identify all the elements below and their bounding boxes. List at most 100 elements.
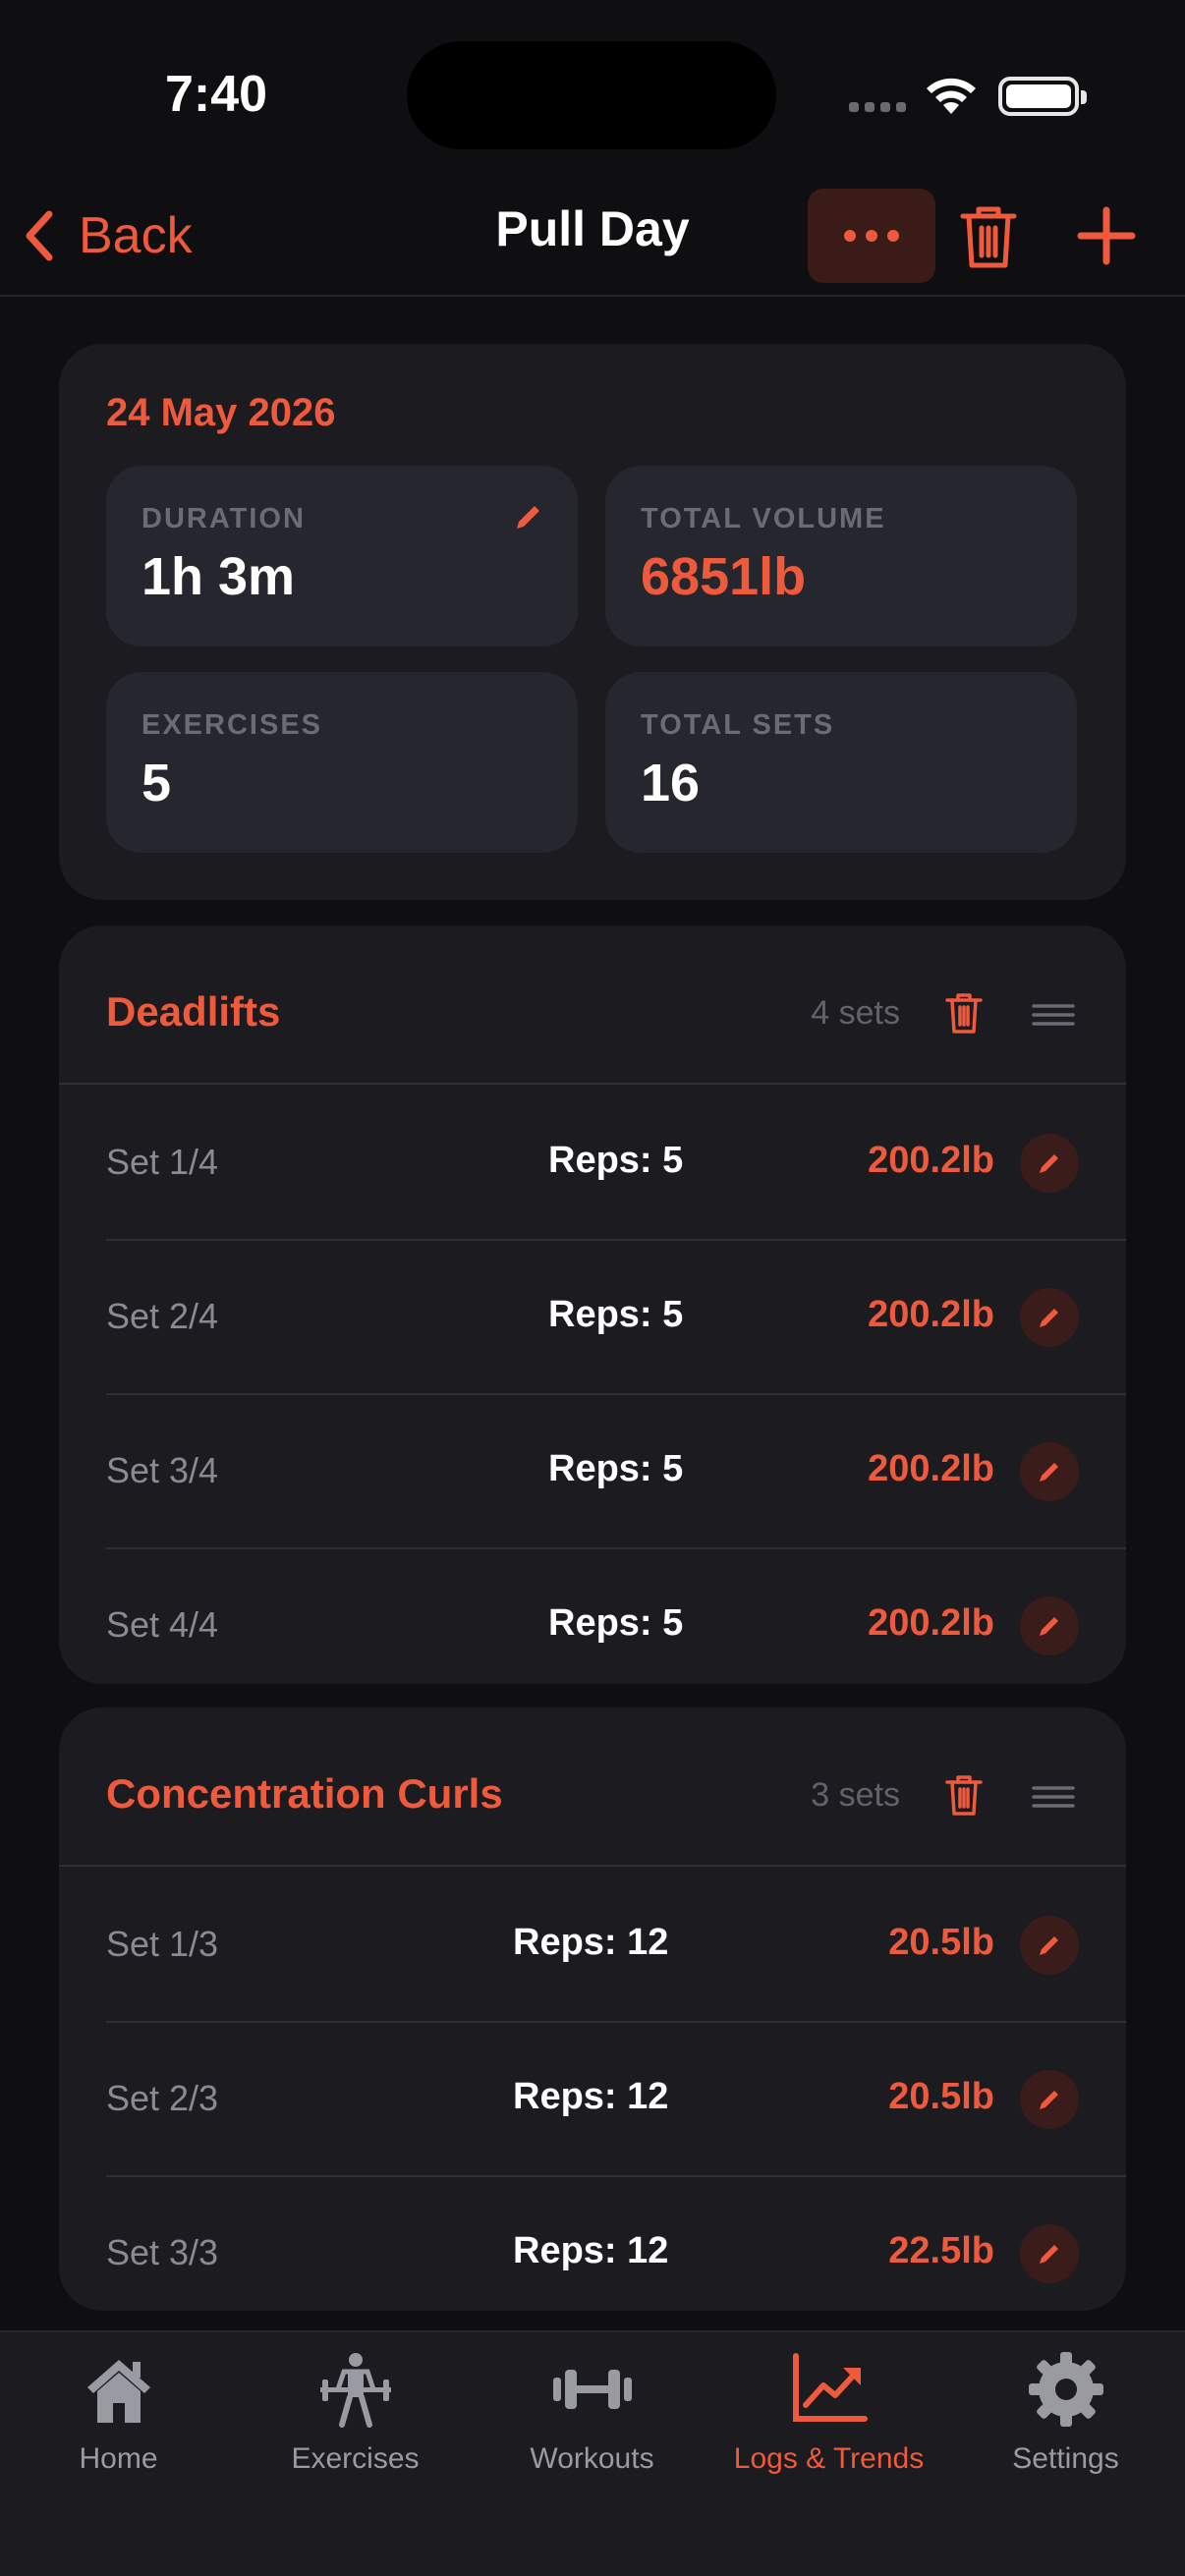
pencil-icon [1040,1154,1058,1173]
set-reps: Reps: 12 [513,2230,669,2271]
edit-set-button[interactable] [1020,1134,1079,1193]
exercise-set-count: 3 sets [811,1776,900,1814]
gear-icon [1028,2352,1103,2427]
set-row: Set 4/4 Reps: 5 200.2lb [106,1549,1126,1704]
status-bar: 7:40 [0,0,1185,177]
house-icon [86,2360,150,2423]
set-row: Set 1/4 Reps: 5 200.2lb [106,1087,1126,1241]
pencil-icon [517,506,539,529]
stat-label: EXERCISES [141,709,322,741]
plus-icon [1077,206,1136,265]
more-options-button[interactable] [808,189,935,283]
back-label: Back [79,207,193,264]
pencil-icon [1040,1463,1058,1482]
edit-duration-button[interactable] [511,501,544,534]
set-reps: Reps: 5 [548,1448,684,1489]
stat-label: DURATION [141,503,306,534]
set-row: Set 3/3 Reps: 12 22.5lb [106,2177,1126,2331]
set-reps: Reps: 5 [548,1602,684,1644]
add-exercise-button[interactable] [1067,196,1146,275]
stat-value: 6851lb [641,547,807,606]
set-row: Set 1/3 Reps: 12 20.5lb [106,1869,1126,2023]
trash-icon [945,993,983,1034]
workout-date: 24 May 2026 [106,391,336,434]
delete-workout-button[interactable] [949,196,1028,275]
ellipsis-icon [844,230,856,242]
stat-value: 1h 3m [141,547,296,606]
exercise-header: Deadlifts 4 sets [59,925,1126,1085]
edit-set-button[interactable] [1020,1288,1079,1347]
set-reps: Reps: 5 [548,1140,684,1181]
set-weight: 22.5lb [888,2230,994,2271]
exercise-card: Concentration Curls 3 sets Set 1/3 Reps:… [59,1708,1126,2311]
tab-workouts[interactable]: Workouts [474,2348,710,2505]
tab-exercises[interactable]: Exercises [237,2348,474,2505]
pencil-icon [1040,1309,1058,1327]
stat-label: TOTAL VOLUME [641,503,886,534]
set-reps: Reps: 12 [513,2076,669,2117]
exercises-tile: EXERCISES 5 [106,672,578,853]
duration-tile: DURATION 1h 3m [106,466,578,646]
wifi-icon [927,78,976,114]
set-label: Set 2/4 [106,1296,219,1336]
exercise-name: Concentration Curls [106,1770,503,1817]
delete-exercise-button[interactable] [943,1772,985,1818]
set-weight: 20.5lb [888,1922,994,1963]
stat-value: 16 [641,754,701,812]
set-label: Set 3/3 [106,2232,219,2272]
battery-icon [998,77,1087,116]
edit-set-button[interactable] [1020,1442,1079,1501]
dynamic-island [407,41,776,149]
tab-home[interactable]: Home [0,2348,237,2505]
set-label: Set 1/3 [106,1924,219,1964]
set-weight: 20.5lb [888,2076,994,2117]
pencil-icon [1040,1936,1058,1955]
back-button[interactable]: Back [22,196,193,275]
edit-set-button[interactable] [1020,1596,1079,1655]
set-row: Set 3/4 Reps: 5 200.2lb [106,1395,1126,1549]
tab-bar: Home Exercises Workouts Logs & Trends Se… [0,2330,1185,2576]
set-row: Set 2/3 Reps: 12 20.5lb [106,2023,1126,2177]
exercise-card: Deadlifts 4 sets Set 1/4 Reps: 5 200.2lb… [59,925,1126,1684]
exercise-header: Concentration Curls 3 sets [59,1708,1126,1867]
set-weight: 200.2lb [868,1294,994,1335]
tab-logs-trends[interactable]: Logs & Trends [710,2348,947,2505]
pencil-icon [1040,1617,1058,1636]
tab-settings[interactable]: Settings [947,2348,1184,2505]
trash-icon [945,1775,983,1816]
drag-handle-icon[interactable] [1032,1000,1075,1030]
delete-exercise-button[interactable] [943,990,985,1036]
tab-label: Exercises [291,2442,420,2475]
chevron-left-icon [26,210,53,261]
set-weight: 200.2lb [868,1448,994,1489]
edit-set-button[interactable] [1020,1916,1079,1975]
edit-set-button[interactable] [1020,2224,1079,2283]
set-weight: 200.2lb [868,1140,994,1181]
navigation-bar: Back Pull Day [0,177,1185,297]
stat-value: 5 [141,754,172,812]
dumbbell-icon [552,2370,632,2409]
total-sets-tile: TOTAL SETS 16 [605,672,1077,853]
tab-label: Settings [1012,2442,1119,2475]
tab-label: Workouts [530,2442,654,2475]
stat-label: TOTAL SETS [641,709,835,741]
weightlifter-icon [319,2353,391,2428]
pencil-icon [1040,2245,1058,2264]
set-label: Set 4/4 [106,1604,219,1645]
cellular-signal-icon [849,102,906,112]
edit-set-button[interactable] [1020,2070,1079,2129]
pencil-icon [1040,2091,1058,2109]
set-label: Set 3/4 [106,1450,219,1490]
workout-summary-card: 24 May 2026 DURATION 1h 3m TOTAL VOLUME … [59,344,1126,900]
trash-icon [960,206,1017,268]
drag-handle-icon[interactable] [1032,1782,1075,1812]
tab-label: Logs & Trends [733,2442,925,2475]
tab-label: Home [79,2442,158,2475]
status-time: 7:40 [165,66,268,123]
set-reps: Reps: 5 [548,1294,684,1335]
set-weight: 200.2lb [868,1602,994,1644]
exercise-set-count: 4 sets [811,994,900,1032]
set-label: Set 1/4 [106,1142,219,1182]
set-label: Set 2/3 [106,2078,219,2118]
exercise-name: Deadlifts [106,988,281,1035]
